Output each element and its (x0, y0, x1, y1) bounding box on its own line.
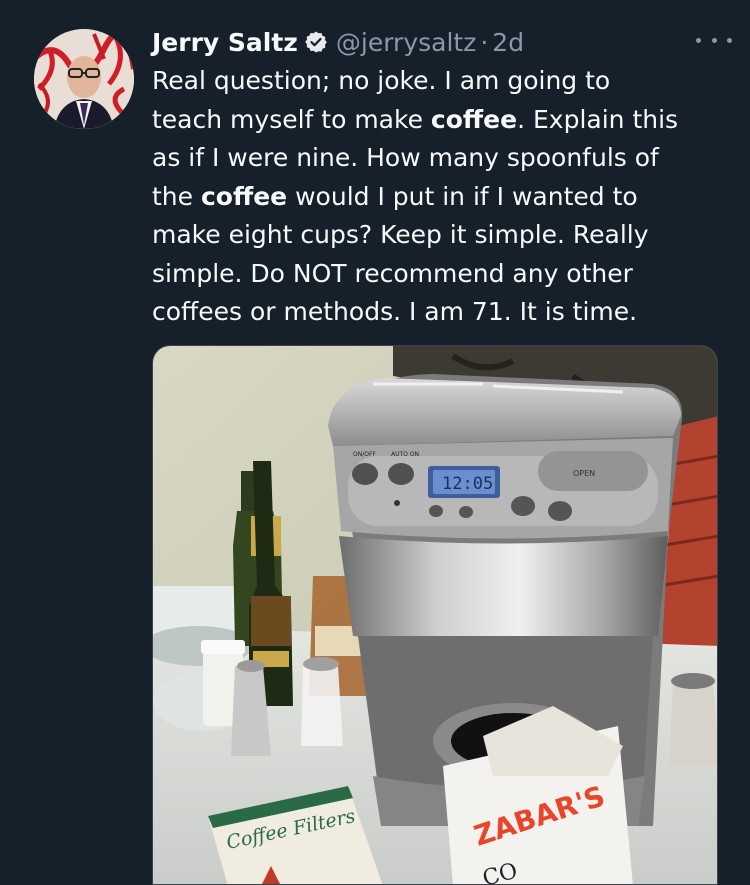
tweet-text-segment: make eight cups? Keep it simple. Really (152, 220, 649, 249)
tweet-text-line: the coffee would I put in if I wanted to (152, 178, 732, 217)
tweet-text-line: Real question; no joke. I am going to (152, 62, 732, 101)
tweet-text-segment: . Explain this (517, 104, 679, 134)
header-separator: · (480, 27, 489, 57)
tweet-text-segment: as if I were nine. How many spoonfuls of (152, 143, 659, 172)
open-label: OPEN (573, 469, 595, 478)
tweet-text-line: as if I were nine. How many spoonfuls of (152, 139, 732, 178)
tweet-text-bold: coffee (430, 104, 518, 134)
tweet-text-line: make eight cups? Keep it simple. Really (152, 216, 732, 255)
tweet-photo[interactable]: ON/OFF AUTO ON 12:05 OPEN Coffee Filters… (152, 345, 718, 885)
tweet-text-line: teach myself to make coffee. Explain thi… (152, 101, 732, 140)
tweet-text-segment: teach myself to make (152, 104, 431, 134)
tweet-text-segment: would I put in if I wanted to (287, 181, 638, 211)
verified-badge-icon (304, 30, 328, 54)
tweet-text-segment: the (152, 181, 201, 211)
tweet-text-bold: coffee (200, 181, 288, 211)
tweet-text-segment: simple. Do NOT recommend any other (152, 258, 633, 288)
tweet-text: Real question; no joke. I am going to tea… (152, 62, 732, 332)
author-name[interactable]: Jerry Saltz (152, 28, 298, 57)
tweet-text-segment: coffees or methods. I am 71. It is time. (152, 297, 638, 326)
more-options-icon[interactable] (696, 30, 732, 50)
tweet-text-segment: Real question; no joke. I am going to (152, 66, 611, 95)
author-handle[interactable]: @jerrysaltz (336, 28, 476, 57)
auto-on-label: AUTO ON (391, 451, 419, 458)
tweet-text-line: simple. Do NOT recommend any other (152, 255, 732, 294)
lcd-clock: 12:05 (442, 474, 493, 494)
author-avatar[interactable] (34, 29, 134, 129)
tweet-header: Jerry Saltz @jerrysaltz · 2d (152, 22, 730, 62)
on-off-label: ON/OFF (353, 451, 376, 458)
tweet-text-line: coffees or methods. I am 71. It is time. (152, 293, 732, 332)
tweet-timestamp[interactable]: 2d (492, 28, 524, 57)
